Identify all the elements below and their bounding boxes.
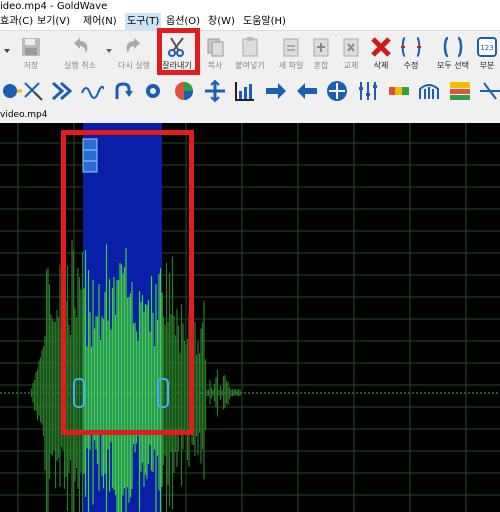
delete-x-icon (371, 37, 391, 57)
undo-dropdown[interactable] (104, 33, 114, 75)
mix-icon (313, 38, 329, 57)
dropdown-arrow[interactable] (2, 33, 12, 75)
menu-bar: 효과(C) 보기(V) 제어(N) 도구(T) 옵션(O) 창(W) 도움말(H… (0, 13, 500, 30)
window-title: ideo.mp4 - GoldWave (0, 1, 108, 12)
redo-icon (126, 38, 140, 53)
menu-effect[interactable]: 효과(C) (0, 13, 33, 30)
paste-icon (242, 37, 258, 57)
file-tab[interactable]: video.mp4 (0, 108, 48, 123)
color-wheel-icon[interactable] (172, 79, 196, 103)
equalizer-icon[interactable] (233, 79, 257, 103)
menu-help[interactable]: 도움말(H) (243, 13, 286, 30)
undo-button[interactable]: 실행 취소 (58, 33, 102, 75)
menu-tools[interactable]: 도구(T) (125, 13, 162, 30)
floppy-icon (22, 38, 40, 56)
trim-button[interactable]: 수정 (392, 33, 430, 75)
crosshair-icon[interactable] (325, 79, 349, 103)
select-all-icon (443, 36, 463, 58)
channel-icon[interactable] (448, 79, 472, 103)
file-tab-bar: video.mp4 (0, 108, 500, 123)
trim-icon (401, 37, 421, 57)
undo-icon (74, 38, 88, 53)
gear-icon[interactable] (141, 79, 165, 103)
select-all-button[interactable]: 모두 선택 (432, 33, 474, 75)
arrow-left-icon[interactable] (295, 79, 319, 103)
marker-icon[interactable] (21, 79, 45, 103)
paste-button[interactable]: 붙여넣기 (228, 33, 272, 75)
menu-view[interactable]: 보기(V) (37, 13, 70, 30)
svg-text:123: 123 (480, 44, 493, 52)
clipboard-icon (283, 38, 299, 57)
expand-icon[interactable] (203, 79, 227, 103)
effects-toolbar (0, 75, 500, 109)
selection-highlight-box (61, 130, 194, 435)
spectrum-icon[interactable] (387, 79, 411, 103)
pipe-organ-icon[interactable] (417, 79, 441, 103)
filter-icon[interactable] (478, 79, 500, 103)
arrow-right-icon[interactable] (264, 79, 288, 103)
save-button[interactable]: 저장 (12, 33, 50, 75)
cut-highlight-box (157, 28, 200, 75)
menu-control[interactable]: 제어(N) (83, 13, 117, 30)
redo-button[interactable]: 다시 실행 (114, 33, 154, 75)
number-123-icon: 123 (477, 37, 497, 57)
part-button[interactable]: 123 부분 (474, 33, 500, 75)
menu-window[interactable]: 창(W) (208, 13, 235, 30)
loop-icon[interactable] (111, 79, 135, 103)
title-bar: ideo.mp4 - GoldWave (0, 0, 500, 13)
replace-icon (343, 38, 359, 57)
main-toolbar: 저장 실행 취소 다시 실행 잘라내기 복사 붙여넣기 새 파일 혼합 교체 삭… (0, 30, 500, 76)
copy-icon (207, 38, 224, 57)
forward-icon[interactable] (50, 79, 74, 103)
mixer-icon[interactable] (356, 79, 380, 103)
wave-icon[interactable] (80, 79, 104, 103)
